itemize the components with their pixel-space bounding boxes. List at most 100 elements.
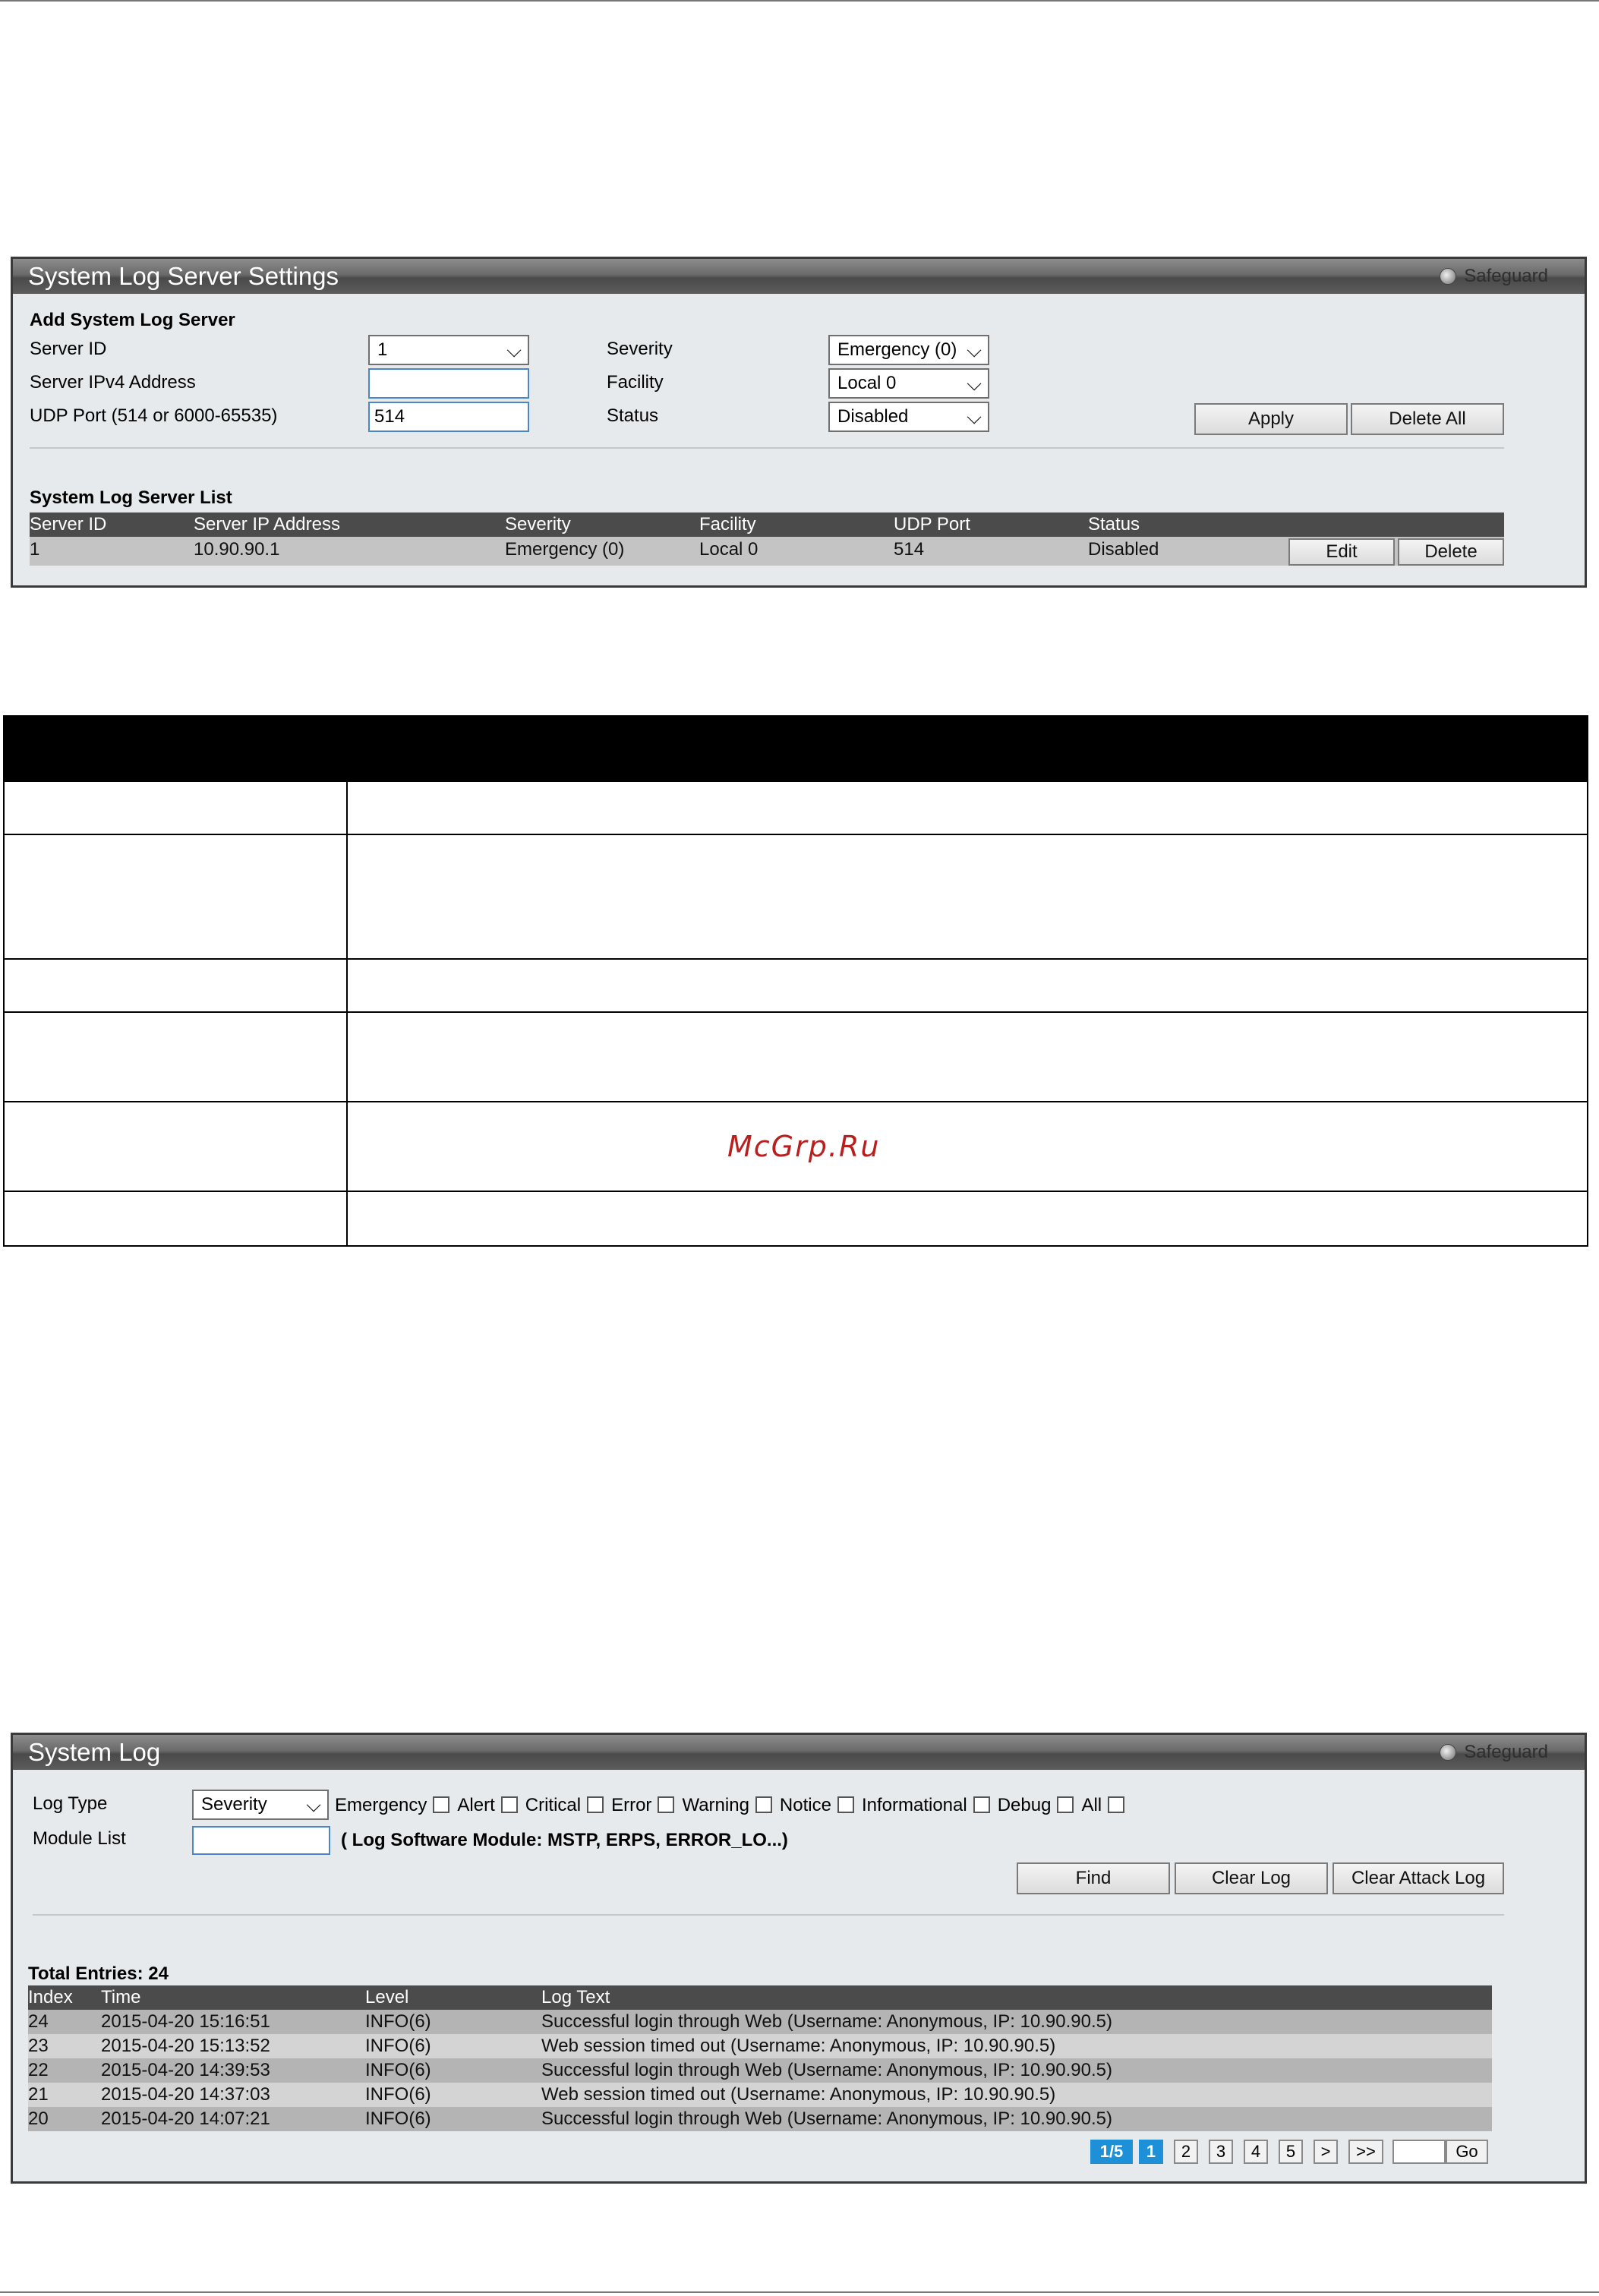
next-page-button[interactable]: > — [1314, 2140, 1338, 2164]
level-error-checkbox[interactable] — [658, 1796, 675, 1813]
cell-time: 2015-04-20 14:07:21 — [101, 2108, 270, 2129]
level-all-checkbox[interactable] — [1108, 1796, 1125, 1813]
status-select[interactable]: Disabled ⌵ — [828, 402, 989, 432]
safeguard-icon — [1440, 1744, 1457, 1761]
log-table-header: Index Time Level Log Text — [28, 1985, 1492, 2010]
facility-value: Local 0 — [837, 373, 897, 393]
server-list-heading: System Log Server List — [30, 487, 232, 508]
severity-value: Emergency (0) — [837, 339, 957, 360]
level-informational-checkbox[interactable] — [973, 1796, 990, 1813]
delete-all-button[interactable]: Delete All — [1351, 403, 1504, 435]
edit-button[interactable]: Edit — [1288, 538, 1395, 566]
level-critical-checkbox[interactable] — [587, 1796, 604, 1813]
level-notice-checkbox[interactable] — [837, 1796, 854, 1813]
level-warning-checkbox[interactable] — [755, 1796, 772, 1813]
cell-level: INFO(6) — [365, 2036, 431, 2056]
page-button-3[interactable]: 3 — [1209, 2140, 1233, 2164]
table-row: 23 2015-04-20 15:13:52 INFO(6) Web sessi… — [28, 2034, 1492, 2058]
description-row — [3, 960, 1588, 1013]
safeguard-indicator[interactable]: Safeguard — [1440, 1742, 1548, 1763]
chevron-down-icon: ⌵ — [306, 1793, 321, 1816]
col-udp-port: UDP Port — [894, 514, 970, 535]
table-row: 21 2015-04-20 14:37:03 INFO(6) Web sessi… — [28, 2083, 1492, 2107]
col-server-id: Server ID — [30, 514, 107, 535]
cell-index: 20 — [28, 2108, 49, 2129]
page-button-4[interactable]: 4 — [1244, 2140, 1268, 2164]
level-debug-label: Debug — [997, 1795, 1052, 1815]
page-button-2[interactable]: 2 — [1174, 2140, 1198, 2164]
level-emergency-checkbox[interactable] — [433, 1796, 450, 1813]
page-button-1[interactable]: 1 — [1139, 2140, 1163, 2164]
cell-index: 23 — [28, 2036, 49, 2056]
log-type-select[interactable]: Severity ⌵ — [192, 1790, 329, 1820]
severity-checkboxes: Emergency Alert Critical Error Warning Notice… — [335, 1794, 1132, 1817]
cell-log-text: Successful login through Web (Username: … — [541, 2108, 1112, 2129]
description-row — [3, 782, 1588, 835]
last-page-button[interactable]: >> — [1348, 2140, 1383, 2164]
table-row: 24 2015-04-20 15:16:51 INFO(6) Successfu… — [28, 2010, 1492, 2034]
server-list-header: Server ID Server IP Address Severity Fac… — [30, 512, 1504, 537]
cell-time: 2015-04-20 15:13:52 — [101, 2036, 270, 2056]
chevron-down-icon: ⌵ — [967, 405, 982, 428]
description-row — [3, 1013, 1588, 1102]
facility-label: Facility — [607, 372, 664, 393]
cell-time: 2015-04-20 15:16:51 — [101, 2011, 270, 2032]
col-status: Status — [1088, 514, 1140, 535]
col-time: Time — [101, 1987, 141, 2007]
cell-index: 21 — [28, 2084, 49, 2105]
page-indicator: 1/5 — [1090, 2140, 1133, 2164]
description-row — [3, 835, 1588, 960]
level-alert-label: Alert — [457, 1795, 495, 1815]
chevron-down-icon: ⌵ — [506, 339, 522, 361]
page-button-5[interactable]: 5 — [1279, 2140, 1303, 2164]
cell-level: INFO(6) — [365, 2108, 431, 2129]
cell-index: 24 — [28, 2011, 49, 2032]
level-debug-checkbox[interactable] — [1057, 1796, 1074, 1813]
safeguard-label: Safeguard — [1464, 266, 1548, 286]
module-list-label: Module List — [33, 1828, 126, 1849]
log-type-value: Severity — [201, 1794, 267, 1815]
col-log-text: Log Text — [541, 1987, 610, 2007]
safeguard-indicator[interactable]: Safeguard — [1440, 266, 1548, 287]
col-index: Index — [28, 1987, 73, 2007]
col-severity: Severity — [505, 514, 571, 535]
server-id-select[interactable]: 1 ⌵ — [368, 335, 529, 365]
log-type-label: Log Type — [33, 1793, 108, 1814]
clear-log-button[interactable]: Clear Log — [1175, 1862, 1328, 1894]
cell-log-text: Successful login through Web (Username: … — [541, 2060, 1112, 2080]
panel-title-bar: System Log Server Settings Safeguard — [13, 259, 1585, 294]
description-table-header — [3, 715, 1588, 782]
clear-attack-log-button[interactable]: Clear Attack Log — [1332, 1862, 1504, 1894]
section-divider — [33, 1914, 1504, 1916]
top-rule — [0, 0, 1599, 2]
col-level: Level — [365, 1987, 409, 2007]
apply-button[interactable]: Apply — [1194, 403, 1348, 435]
go-button[interactable]: Go — [1446, 2140, 1488, 2164]
watermark-text: McGrp.Ru — [727, 1130, 881, 1163]
ipv4-label: Server IPv4 Address — [30, 372, 196, 393]
page-number-input[interactable] — [1392, 2140, 1446, 2164]
safeguard-icon — [1440, 268, 1457, 285]
level-all-label: All — [1081, 1795, 1102, 1815]
syslog-server-panel: System Log Server Settings Safeguard Add… — [11, 257, 1587, 588]
module-hint: ( Log Software Module: MSTP, ERPS, ERROR… — [341, 1830, 788, 1850]
facility-select[interactable]: Local 0 ⌵ — [828, 368, 989, 399]
table-row: 1 10.90.90.1 Emergency (0) Local 0 514 D… — [30, 537, 1504, 566]
level-alert-checkbox[interactable] — [500, 1796, 518, 1813]
server-id-label: Server ID — [30, 339, 107, 359]
level-error-label: Error — [611, 1795, 652, 1815]
cell-severity: Emergency (0) — [505, 539, 625, 560]
udp-port-input[interactable]: 514 — [368, 402, 529, 432]
panel-title: System Log — [28, 1738, 161, 1766]
bottom-rule — [0, 2291, 1599, 2293]
cell-status: Disabled — [1088, 539, 1159, 560]
find-button[interactable]: Find — [1017, 1862, 1170, 1894]
panel-title-bar: System Log Safeguard — [13, 1735, 1585, 1770]
module-list-input[interactable] — [192, 1826, 330, 1855]
delete-button[interactable]: Delete — [1398, 538, 1504, 566]
cell-index: 22 — [28, 2060, 49, 2080]
system-log-panel: System Log Safeguard Log Type Severity ⌵… — [11, 1733, 1587, 2184]
severity-select[interactable]: Emergency (0) ⌵ — [828, 335, 989, 365]
ipv4-input[interactable] — [368, 368, 529, 399]
level-notice-label: Notice — [779, 1795, 831, 1815]
